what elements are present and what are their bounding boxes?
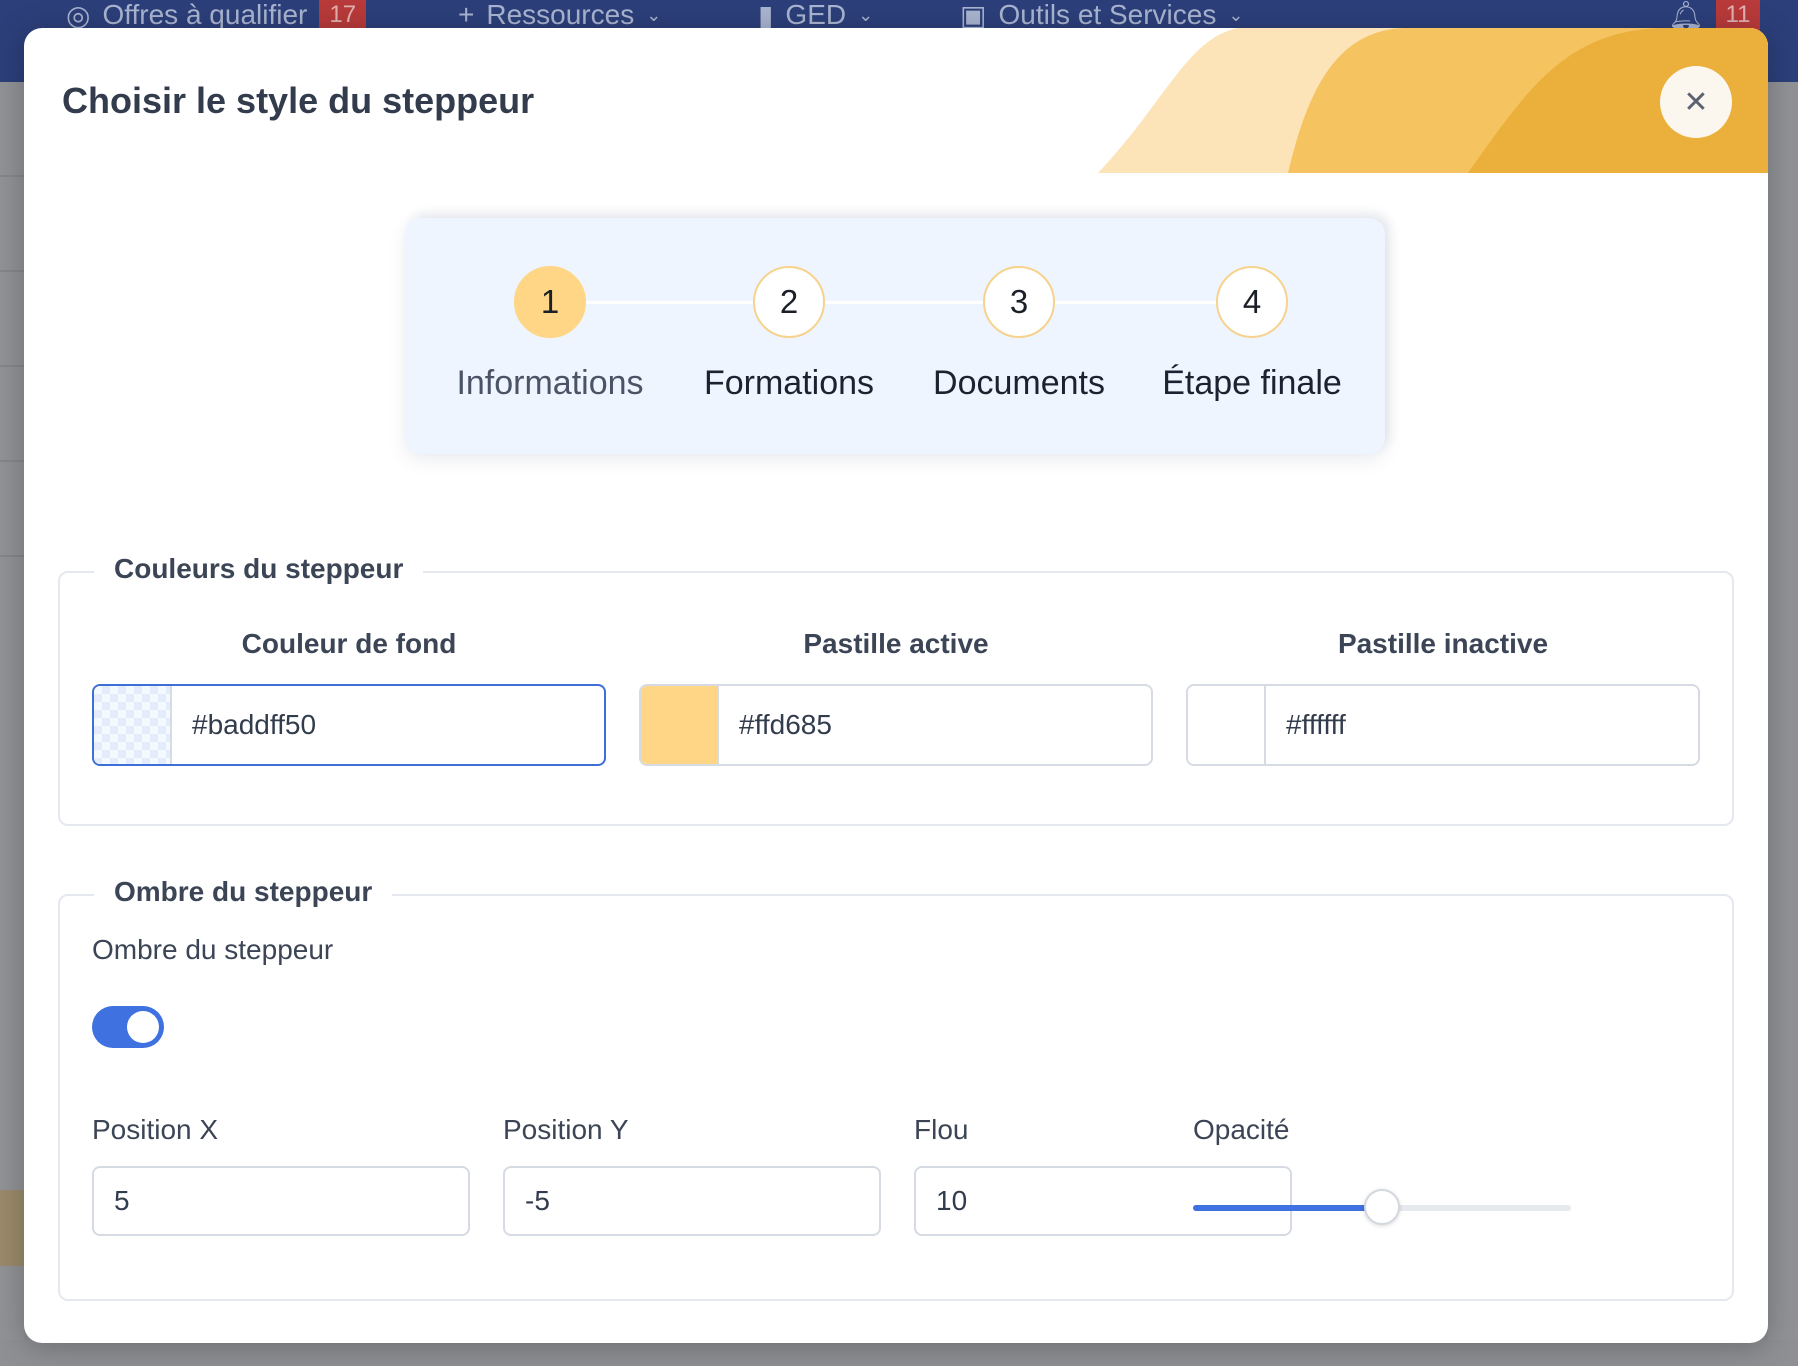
- background-divider: [0, 365, 24, 367]
- plus-icon: +: [458, 0, 475, 30]
- inactive-color-input[interactable]: #ffffff: [1186, 684, 1700, 766]
- nav-offres: ◎ Offres à qualifier 17: [66, 0, 367, 31]
- chevron-down-icon: ⌄: [858, 4, 874, 25]
- position-x-input[interactable]: 5: [92, 1166, 470, 1236]
- stepper-preview: 1 Informations 2 Formations 3 Documents …: [405, 218, 1385, 454]
- opacity-slider[interactable]: [1193, 1189, 1571, 1225]
- active-color-group: Pastille active #ffd685: [639, 628, 1153, 766]
- step-1[interactable]: 1 Informations: [440, 266, 660, 403]
- nav-notifications: 🔔︎ 11: [1668, 0, 1761, 31]
- background-divider: [0, 460, 24, 462]
- background-accent: [0, 1190, 24, 1266]
- blur-label: Flou: [914, 1114, 969, 1145]
- active-color-swatch[interactable]: [641, 686, 719, 764]
- step-badge-active: 1: [514, 266, 586, 338]
- step-label: Documents: [933, 364, 1105, 402]
- colors-fieldset: Couleurs du steppeur Couleur de fond #ba…: [58, 553, 1734, 826]
- step-label: Informations: [456, 364, 644, 402]
- shadow-legend: Ombre du steppeur: [94, 876, 393, 908]
- step-3[interactable]: 3 Documents: [909, 266, 1129, 403]
- offres-badge: 17: [319, 0, 367, 31]
- inactive-color-value[interactable]: #ffffff: [1266, 686, 1346, 764]
- close-button[interactable]: ✕: [1660, 66, 1732, 138]
- background-divider: [0, 555, 24, 557]
- active-color-label: Pastille active: [803, 628, 989, 659]
- bell-icon: 🔔︎: [1668, 0, 1704, 31]
- inactive-color-group: Pastille inactive #ffffff: [1186, 628, 1700, 766]
- background-color-swatch[interactable]: [94, 686, 172, 764]
- blur-input[interactable]: 10: [914, 1166, 1292, 1236]
- opacity-label: Opacité: [1193, 1114, 1290, 1145]
- shadow-fieldset: Ombre du steppeur Ombre du steppeur Posi…: [58, 876, 1734, 1301]
- position-y-input[interactable]: -5: [503, 1166, 881, 1236]
- header-decoration: [1098, 28, 1768, 173]
- step-badge: 2: [753, 266, 825, 338]
- step-badge: 3: [983, 266, 1055, 338]
- inactive-color-label: Pastille inactive: [1337, 628, 1549, 659]
- background-divider: [0, 270, 24, 272]
- close-icon: ✕: [1683, 85, 1709, 119]
- step-2[interactable]: 2 Formations: [679, 266, 899, 403]
- opacity-slider-fill: [1193, 1205, 1382, 1211]
- briefcase-icon: ▣: [960, 0, 987, 31]
- modal-header: Choisir le style du steppeur ✕: [24, 28, 1768, 173]
- active-color-value[interactable]: #ffd685: [719, 686, 832, 764]
- notifications-badge: 11: [1715, 0, 1761, 31]
- target-icon: ◎: [66, 0, 91, 31]
- toggle-knob: [127, 1011, 159, 1043]
- chevron-down-icon: ⌄: [646, 4, 662, 25]
- background-color-group: Couleur de fond #baddff50: [92, 628, 606, 766]
- colors-legend: Couleurs du steppeur: [94, 553, 424, 585]
- background-divider: [0, 175, 24, 177]
- background-color-value[interactable]: #baddff50: [172, 686, 316, 764]
- shadow-toggle-label: Ombre du steppeur: [92, 934, 334, 965]
- background-color-label: Couleur de fond: [241, 628, 457, 659]
- modal-title: Choisir le style du steppeur: [62, 80, 535, 121]
- file-icon: ▮: [758, 0, 774, 31]
- background-right-panel: [1768, 82, 1798, 1366]
- stepper-style-modal: Choisir le style du steppeur ✕ 1 Informa…: [24, 28, 1768, 1343]
- nav-ged: ▮ GED ⌄: [758, 0, 874, 31]
- nav-ressources: + Ressources ⌄: [458, 0, 662, 30]
- nav-outils: ▣ Outils et Services ⌄: [960, 0, 1244, 31]
- background-sidebar: [0, 82, 24, 1366]
- position-y-label: Position Y: [503, 1114, 629, 1145]
- position-x-label: Position X: [92, 1114, 219, 1145]
- step-badge: 4: [1216, 266, 1288, 338]
- active-color-input[interactable]: #ffd685: [639, 684, 1153, 766]
- opacity-slider-thumb[interactable]: [1364, 1189, 1400, 1225]
- step-label: Étape finale: [1162, 364, 1342, 402]
- step-4[interactable]: 4 Étape finale: [1142, 266, 1362, 403]
- background-footer: [0, 1340, 1798, 1366]
- inactive-color-swatch[interactable]: [1188, 686, 1266, 764]
- chevron-down-icon: ⌄: [1228, 4, 1244, 25]
- step-label: Formations: [703, 364, 875, 402]
- background-color-input[interactable]: #baddff50: [92, 684, 606, 766]
- shadow-toggle[interactable]: [92, 1006, 164, 1048]
